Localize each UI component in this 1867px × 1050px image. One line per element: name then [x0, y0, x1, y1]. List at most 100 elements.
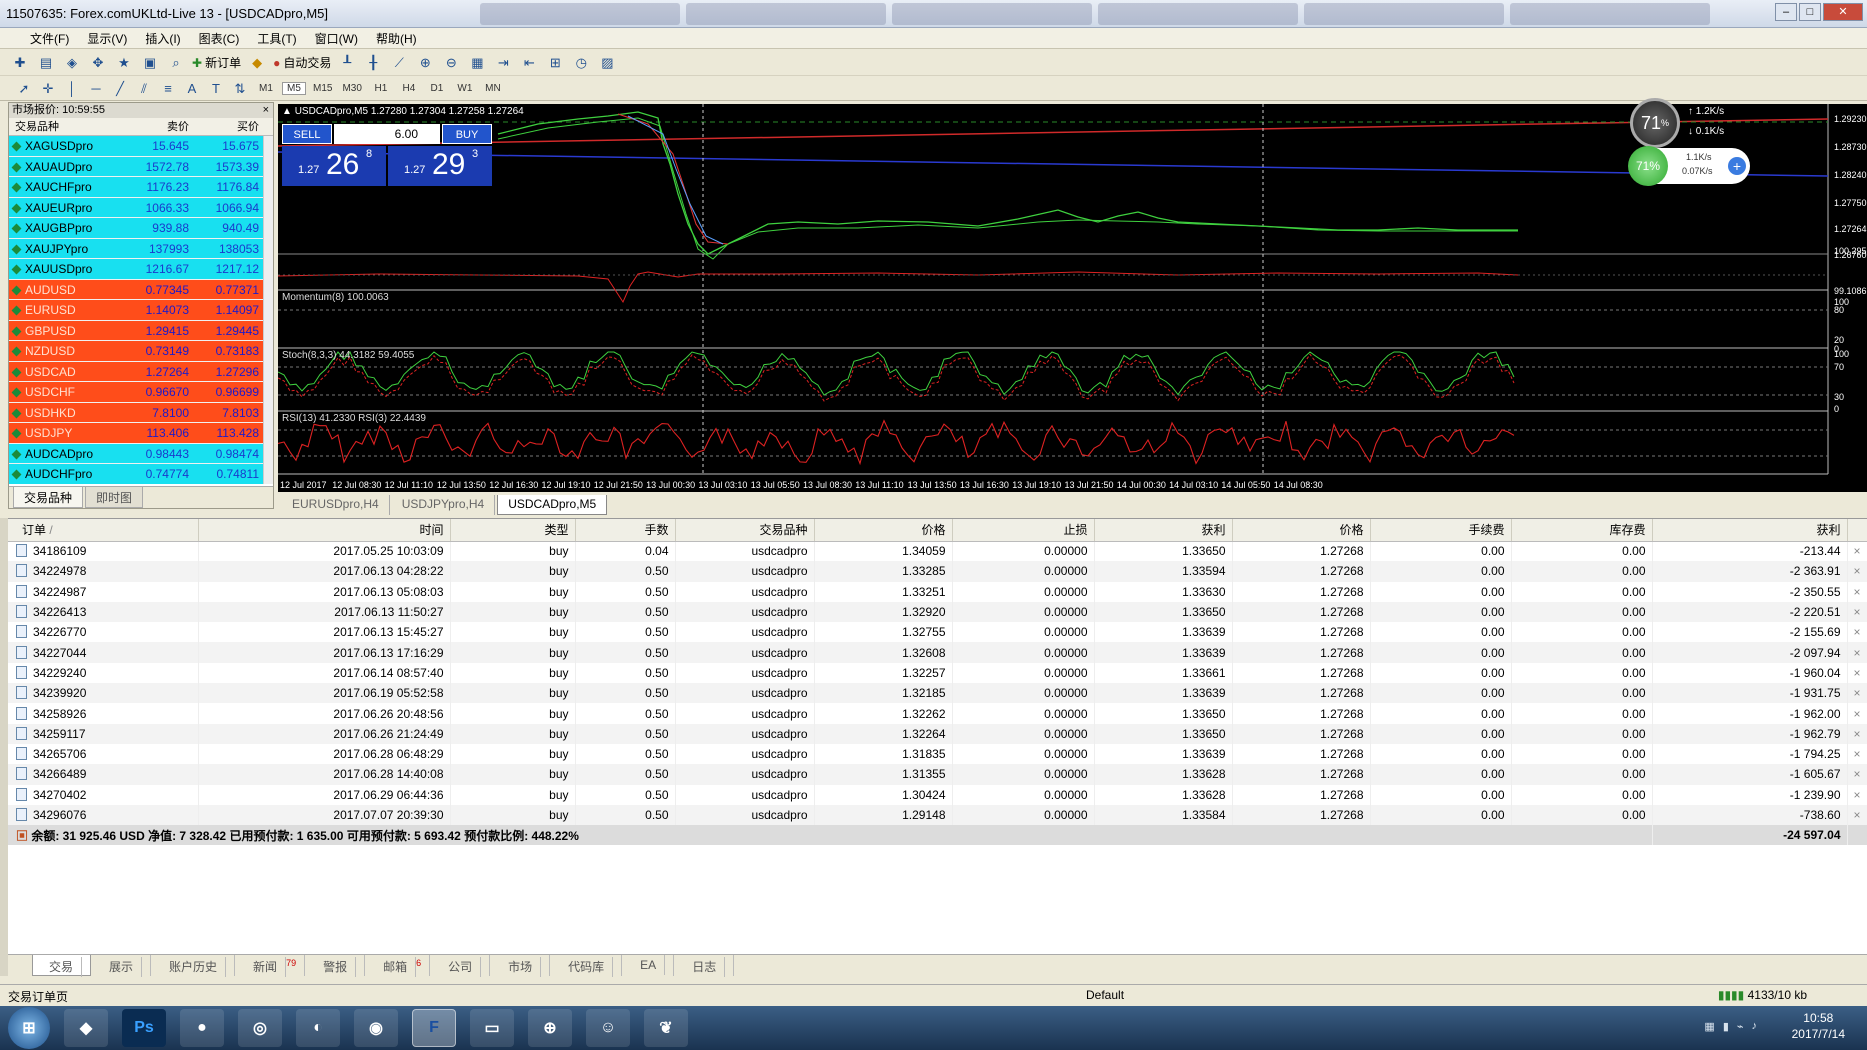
crosshair-icon[interactable]: ✛ — [38, 79, 58, 99]
tab-symbols[interactable]: 交易品种 — [13, 487, 84, 508]
menu-file[interactable]: 文件(F) — [30, 30, 69, 47]
tile-windows-icon[interactable]: ▦ — [467, 53, 487, 73]
market-watch-row[interactable]: XAUAUDpro 1572.78 1573.39 — [9, 156, 265, 177]
terminal-tab[interactable]: 市场 — [492, 955, 551, 977]
background-tab[interactable] — [1098, 3, 1298, 25]
maximize-icon[interactable]: □ — [1799, 3, 1821, 21]
order-row[interactable]: 34270402 2017.06.29 06:44:36 buy 0.50 usdcad… — [8, 784, 1867, 805]
minimize-icon[interactable]: – — [1775, 3, 1797, 21]
background-tab[interactable] — [892, 3, 1092, 25]
add-icon[interactable]: + — [1728, 157, 1746, 175]
tester-icon[interactable]: ⌕ — [166, 53, 186, 73]
terminal-tab[interactable]: 日志 — [676, 955, 735, 977]
taskbar-app-icon[interactable]: ◉ — [354, 1009, 398, 1047]
templates-icon[interactable]: ▨ — [597, 53, 617, 73]
close-order-icon[interactable]: × — [1847, 561, 1867, 582]
text-label-icon[interactable]: T — [206, 79, 226, 99]
close-order-icon[interactable]: × — [1847, 642, 1867, 663]
sell-price-box[interactable]: 1.27 26 8 — [282, 146, 386, 186]
column-swap[interactable]: 库存费 — [1511, 519, 1653, 542]
market-watch-row[interactable]: AUDCADpro 0.98443 0.98474 — [9, 443, 265, 464]
menu-view[interactable]: 显示(V) — [87, 30, 127, 47]
background-tab[interactable] — [1304, 3, 1504, 25]
indicators-icon[interactable]: ⊞ — [545, 53, 565, 73]
trendline-icon[interactable]: ╱ — [110, 79, 130, 99]
order-row[interactable]: 34296076 2017.07.07 20:39:30 buy 0.50 usdcad… — [8, 804, 1867, 826]
background-tab[interactable] — [686, 3, 886, 25]
market-watch-icon[interactable]: ◈ — [62, 53, 82, 73]
taskbar-app-icon[interactable]: ⊕ — [528, 1009, 572, 1047]
lot-size-input[interactable]: 6.00 — [334, 124, 440, 144]
order-row[interactable]: 34229240 2017.06.14 08:57:40 buy 0.50 usdcad… — [8, 662, 1867, 684]
column-stop-loss[interactable]: 止损 — [952, 519, 1095, 542]
terminal-icon[interactable]: ▣ — [140, 53, 160, 73]
market-watch-row[interactable]: GBPUSD 1.29415 1.29445 — [9, 320, 265, 341]
market-watch-row[interactable]: XAUEURpro 1066.33 1066.94 — [9, 197, 265, 218]
chart-shift-icon[interactable]: ⇤ — [519, 53, 539, 73]
terminal-tab[interactable]: 交易 — [32, 955, 92, 977]
timeframe-m5[interactable]: M5 — [282, 82, 306, 95]
buy-price-box[interactable]: 1.27 29 3 — [388, 146, 492, 186]
close-order-icon[interactable]: × — [1847, 662, 1867, 684]
sell-button[interactable]: SELL — [282, 124, 332, 144]
column-commission[interactable]: 手续费 — [1370, 519, 1512, 542]
chart-tab-eurusd[interactable]: EURUSDpro,H4 — [282, 495, 390, 515]
menu-tools[interactable]: 工具(T) — [257, 30, 296, 47]
terminal-tab[interactable]: 邮箱 6 — [367, 955, 431, 977]
order-row[interactable]: 34239920 2017.06.19 05:52:58 buy 0.50 usdcad… — [8, 683, 1867, 704]
start-button[interactable]: ⊞ — [8, 1007, 50, 1049]
market-watch-row[interactable]: USDCAD 1.27264 1.27296 — [9, 361, 265, 382]
auto-scroll-icon[interactable]: ⇥ — [493, 53, 513, 73]
close-order-icon[interactable]: × — [1847, 723, 1867, 744]
symbol-column-header[interactable]: 交易品种 — [9, 118, 121, 135]
network-icon[interactable]: ⌁ — [1737, 1020, 1744, 1033]
timeframe-m1[interactable]: M1 — [254, 83, 278, 94]
line-chart-icon[interactable]: ⟋ — [389, 53, 409, 73]
new-chart-icon[interactable]: ✚ — [10, 53, 30, 73]
market-watch-row[interactable]: USDJPY 113.406 113.428 — [9, 423, 265, 444]
market-watch-scrollbar[interactable] — [263, 136, 273, 484]
keyboard-icon[interactable]: ▦ — [1704, 1020, 1714, 1033]
order-row[interactable]: 34224987 2017.06.13 05:08:03 buy 0.50 usdcad… — [8, 581, 1867, 602]
terminal-tab[interactable]: 展示 — [93, 955, 152, 977]
new-order-button[interactable]: ✚ 新订单 — [192, 54, 241, 71]
timeframe-d1[interactable]: D1 — [425, 83, 449, 94]
order-row[interactable]: 34224978 2017.06.13 04:28:22 buy 0.50 usdcad… — [8, 561, 1867, 582]
column-price[interactable]: 价格 — [1232, 519, 1371, 542]
chart-tab-usdjpy[interactable]: USDJPYpro,H4 — [392, 495, 496, 515]
close-order-icon[interactable]: × — [1847, 622, 1867, 643]
close-icon[interactable]: ✕ — [1823, 3, 1863, 21]
column-size[interactable]: 手数 — [575, 519, 676, 542]
order-row[interactable]: 34186109 2017.05.25 10:03:09 buy 0.04 usdcad… — [8, 541, 1867, 562]
close-order-icon[interactable]: × — [1847, 804, 1867, 826]
terminal-tab[interactable]: 代码库 — [552, 955, 623, 977]
auto-trading-button[interactable]: ● 自动交易 — [273, 54, 331, 71]
column-symbol[interactable]: 交易品种 — [675, 519, 815, 542]
column-order[interactable]: 订单 / — [8, 519, 199, 542]
order-row[interactable]: 34226770 2017.06.13 15:45:27 buy 0.50 usdcad… — [8, 622, 1867, 643]
text-icon[interactable]: A — [182, 79, 202, 99]
menu-window[interactable]: 窗口(W) — [315, 30, 358, 47]
vertical-line-icon[interactable]: │ — [62, 79, 82, 99]
battery-icon[interactable]: ▮ — [1723, 1020, 1729, 1033]
channel-icon[interactable]: ⫽ — [134, 79, 154, 99]
chart-window[interactable]: 1.29230 1.28730 1.28240 1.27750 1.27264 1.267… — [278, 98, 1867, 492]
ask-column-header[interactable]: 买价 — [193, 118, 263, 135]
chart-tab-usdcad[interactable]: USDCADpro,M5 — [497, 495, 608, 515]
background-tab[interactable] — [1510, 3, 1710, 25]
volume-icon[interactable]: ♪ — [1752, 1020, 1758, 1033]
timeframe-w1[interactable]: W1 — [453, 83, 477, 94]
timeframe-h4[interactable]: H4 — [397, 83, 421, 94]
column-open-price[interactable]: 价格 — [814, 519, 953, 542]
terminal-tab[interactable]: 账户历史 — [153, 955, 236, 977]
candlestick-icon[interactable]: ╂ — [363, 53, 383, 73]
terminal-tab[interactable]: 警报 — [307, 955, 366, 977]
close-icon[interactable]: × — [263, 103, 269, 118]
market-watch-row[interactable]: XAUUSDpro 1216.67 1217.12 — [9, 259, 265, 280]
data-window-icon[interactable]: ✥ — [88, 53, 108, 73]
close-order-icon[interactable]: × — [1847, 581, 1867, 602]
mt4-app-icon[interactable]: F — [412, 1009, 456, 1047]
timeframe-h1[interactable]: H1 — [369, 83, 393, 94]
order-row[interactable]: 34266489 2017.06.28 14:40:08 buy 0.50 usdcad… — [8, 764, 1867, 785]
column-type[interactable]: 类型 — [450, 519, 576, 542]
